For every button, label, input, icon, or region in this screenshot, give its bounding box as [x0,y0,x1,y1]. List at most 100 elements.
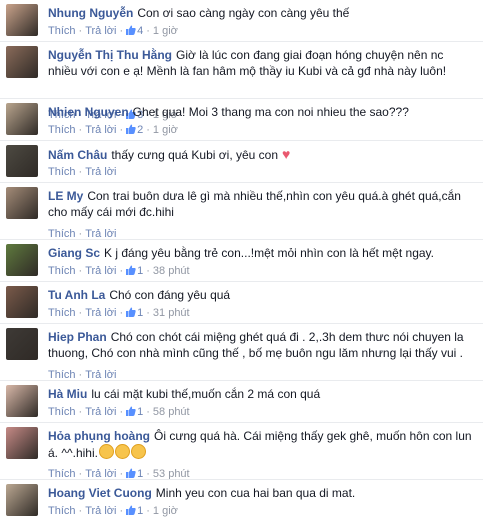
avatar[interactable] [6,484,38,516]
like-count-value: 1 [137,406,144,418]
meta-separator: · [146,505,150,517]
avatar[interactable] [6,244,38,276]
comment-time[interactable]: 38 phút [153,265,190,277]
like-link[interactable]: Thích [48,265,76,277]
comment-author[interactable]: Nhung Nguyễn [48,6,133,20]
comment-body: Nấm Châu thấy cưng quá Kubi ơi, yêu con ♥ [48,146,475,163]
divider [0,380,483,381]
comment-text: thấy cưng quá Kubi ơi, yêu con [111,148,279,162]
comment-time[interactable]: 1 giờ [153,124,178,136]
comment-author[interactable]: Hà Miu [48,387,87,401]
comment-author[interactable]: Nhien Nguyen [48,105,129,119]
comment-text: Chó con đáng yêu quá [109,288,231,302]
comment-item: Nhien Nguyen Ghet qua! Moi 3 thang ma con… [0,99,483,141]
like-count[interactable]: 2 [126,124,143,136]
comment-time[interactable]: 58 phút [153,406,190,418]
thumbs-up-icon [126,25,136,35]
avatar[interactable] [6,427,38,459]
comment-actions: Thích · Trả lời · 1 · 38 phút [48,264,190,278]
comment-body: Tu Anh La Chó con đáng yêu quá [48,287,475,303]
meta-separator: · [78,124,83,136]
reply-link[interactable]: Trả lời [85,265,116,277]
comment-body: Hoang Viet Cuong Minh yeu con cua hai ban… [48,485,475,501]
meta-separator: · [78,307,83,319]
avatar[interactable] [6,103,38,135]
comment-actions: Thích · Trả lời · 1 · 31 phút [48,306,190,320]
comment-actions: Thích · Trả lời · 1 · 58 phút [48,405,190,419]
like-count[interactable]: 4 [126,25,143,37]
comment-body: Nguyễn Thị Thu Hằng Giờ là lúc con đang g… [48,47,475,79]
comment-body: Hà Miu lu cái mặt kubi thế,muốn cắn 2 má … [48,386,475,402]
comment-author[interactable]: Hỏa phụng hoàng [48,429,150,443]
meta-separator: · [146,406,150,418]
like-link[interactable]: Thích [48,307,76,319]
divider [0,182,483,183]
like-count[interactable]: 1 [126,406,143,418]
comment-text: Con trai buôn dưa lê gì mà nhiều thế,nhì… [48,189,461,219]
divider [0,140,483,141]
comment-item: Hỏa phụng hoàng Ôi cưng quá hà. Cái miệng… [0,423,483,480]
comment-body: Nhung Nguyễn Con ơi sao càng ngày con càn… [48,5,475,21]
comment-actions: Thích · Trả lời · 2 · 1 giờ [48,123,178,137]
comment-time[interactable]: 31 phút [153,307,190,319]
like-count-value: 1 [137,505,144,517]
thumbs-up-icon [126,468,136,478]
like-count[interactable]: 1 [126,505,143,517]
comment-text: K j đáng yêu bằng trẻ con...!mệt mỏi nhì… [104,246,434,260]
comment-author[interactable]: LE My [48,189,83,203]
like-count[interactable]: 1 [126,307,143,319]
reply-link[interactable]: Trả lời [85,166,116,178]
avatar[interactable] [6,46,38,78]
like-link[interactable]: Thích [48,505,76,517]
comment-author[interactable]: Giang Sc [48,246,100,260]
avatar[interactable] [6,328,38,360]
avatar[interactable] [6,145,38,177]
comment-item: LE My Con trai buôn dưa lê gì mà nhiều th… [0,183,483,240]
thumbs-up-icon [126,505,136,515]
reply-link[interactable]: Trả lời [85,124,116,136]
comment-time[interactable]: 1 giờ [153,25,178,37]
like-count-value: 4 [137,25,144,37]
reply-link[interactable]: Trả lời [85,25,116,37]
avatar[interactable] [6,385,38,417]
like-count[interactable]: 1 [126,265,143,277]
meta-separator: · [119,124,124,136]
comment-item: Hoang Viet Cuong Minh yeu con cua hai ban… [0,480,483,527]
comment-body: Giang Sc K j đáng yêu bằng trẻ con...!mệt… [48,245,475,261]
meta-separator: · [146,307,150,319]
meta-separator: · [78,406,83,418]
comment-actions: Thích · Trả lời [48,165,116,179]
comment-body: Hỏa phụng hoàng Ôi cưng quá hà. Cái miệng… [48,428,475,461]
reply-link[interactable]: Trả lời [85,307,116,319]
heart-emoji-icon: ♥ [282,146,291,162]
emoji-icon [98,444,114,459]
avatar[interactable] [6,187,38,219]
divider [0,422,483,423]
comment-author[interactable]: Hiep Phan [48,330,107,344]
comment-body: LE My Con trai buôn dưa lê gì mà nhiều th… [48,188,475,220]
comment-text: Ghet qua! Moi 3 thang ma con noi nhieu t… [132,105,409,119]
comment-author[interactable]: Hoang Viet Cuong [48,486,152,500]
comment-time[interactable]: 1 giờ [153,505,178,517]
reply-link[interactable]: Trả lời [85,406,116,418]
meta-separator: · [146,124,150,136]
like-link[interactable]: Thích [48,25,76,37]
thumbs-up-icon [126,124,136,134]
meta-separator: · [119,406,124,418]
comment-author[interactable]: Tu Anh La [48,288,105,302]
divider [0,281,483,282]
comment-author[interactable]: Nguyễn Thị Thu Hằng [48,48,172,62]
comment-item: Tu Anh La Chó con đáng yêu quá Thích · Trả l… [0,282,483,324]
reply-link[interactable]: Trả lời [85,505,116,517]
avatar[interactable] [6,286,38,318]
like-link[interactable]: Thích [48,406,76,418]
thumbs-up-icon [126,307,136,317]
avatar[interactable] [6,4,38,36]
divider [0,323,483,324]
like-link[interactable]: Thích [48,124,76,136]
divider [0,98,483,99]
comment-author[interactable]: Nấm Châu [48,148,107,162]
meta-separator: · [119,25,124,37]
like-link[interactable]: Thích [48,166,76,178]
comment-item: Hiep Phan Chó con chót cái miệng ghét quá… [0,324,483,381]
